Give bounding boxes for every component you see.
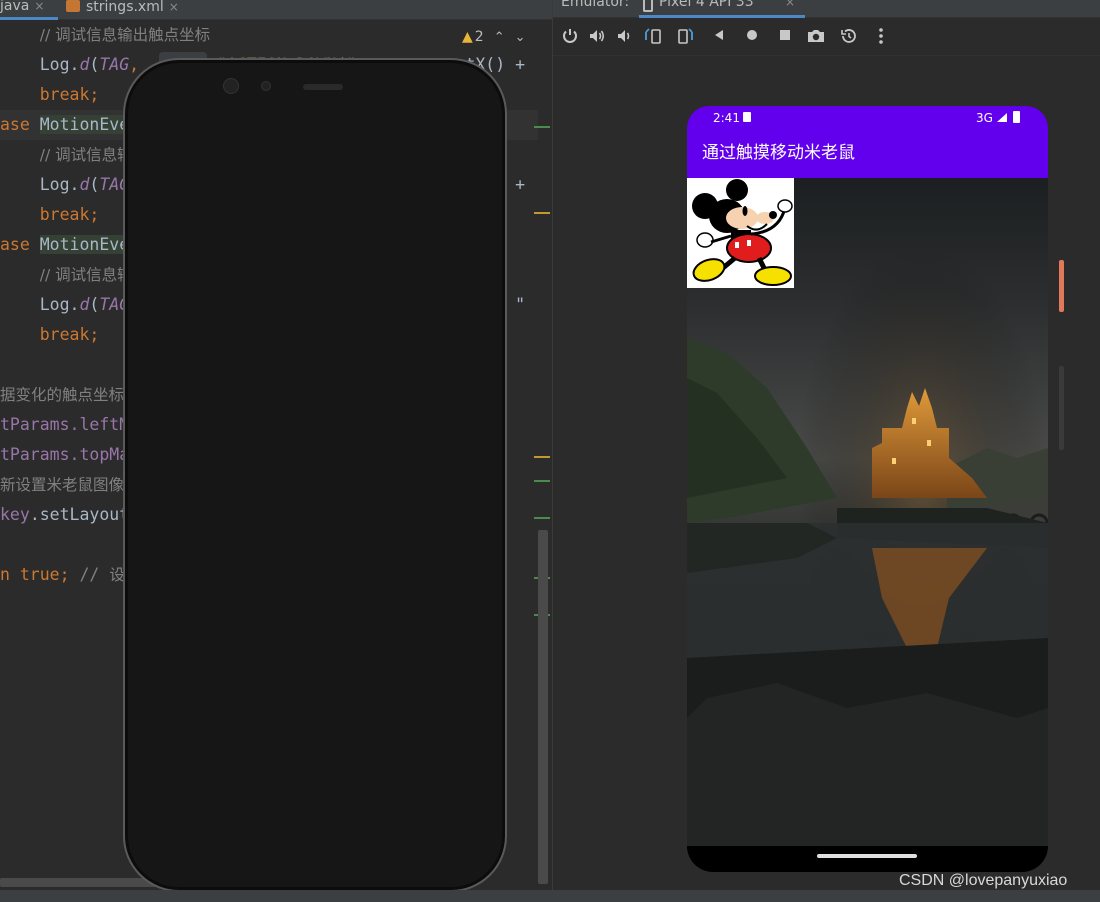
editor-tab-bar: java × strings.xml × [0, 0, 552, 20]
phone-screen[interactable]: 2:41 3G 通过触摸移动米老鼠 [687, 106, 1048, 846]
code-line[interactable]: break; [0, 80, 100, 110]
change-marker[interactable] [534, 517, 550, 519]
change-marker[interactable] [534, 480, 550, 482]
emulator-label: Emulator: [561, 0, 630, 10]
tab-java-file[interactable]: java × [0, 0, 58, 20]
power-icon[interactable] [560, 27, 580, 47]
mickey-mouse-image[interactable] [687, 178, 794, 288]
more-icon[interactable] [871, 27, 891, 47]
android-status-bar: 2:41 3G [687, 106, 1048, 128]
next-highlight-icon[interactable]: ⌄ [515, 30, 526, 45]
app-bar: 通过触摸移动米老鼠 [687, 128, 1048, 178]
status-network: 3G [976, 111, 993, 125]
code-token: Log. [0, 175, 80, 194]
sensor-icon [261, 81, 271, 91]
code-token: ; [59, 565, 80, 584]
change-marker[interactable] [534, 456, 550, 458]
earpiece [303, 84, 343, 90]
overview-icon[interactable] [775, 27, 795, 47]
power-side-button[interactable] [1059, 260, 1064, 312]
volume-side-button[interactable] [1059, 366, 1064, 450]
vertical-scrollbar[interactable] [538, 530, 548, 884]
change-marker[interactable] [534, 212, 550, 214]
code-token: break; [39, 325, 100, 344]
rotate-right-icon[interactable] [675, 27, 695, 47]
android-navigation-bar [687, 846, 1048, 872]
code-token: break; [39, 205, 100, 224]
code-token: true [19, 565, 60, 584]
back-icon[interactable] [709, 27, 729, 47]
device-tab-label: Pixel 4 API 33 [659, 0, 754, 10]
emulator-tab-bar: Emulator: Pixel 4 API 33 × [553, 0, 1100, 18]
close-icon[interactable]: × [169, 0, 179, 14]
close-icon[interactable]: × [34, 0, 44, 13]
code-token: tParams. [0, 415, 80, 434]
snapshot-icon[interactable] [839, 27, 859, 47]
front-camera-icon [223, 78, 239, 94]
code-token: ase [0, 235, 40, 254]
code-token: // [79, 565, 110, 584]
app-title: 通过触摸移动米老鼠 [702, 143, 855, 163]
previous-highlight-icon[interactable]: ⌃ [494, 30, 505, 45]
change-marker[interactable] [534, 126, 550, 128]
mickey-mouse-icon [692, 179, 793, 286]
code-line[interactable]: break; [0, 320, 100, 350]
emulator-toolbar [553, 18, 1100, 56]
tab-strings-xml[interactable]: strings.xml × [66, 0, 196, 20]
signal-icon [997, 113, 1007, 122]
camera-icon[interactable] [806, 27, 826, 47]
code-line[interactable]: // 调试信息输出触点坐标 [0, 20, 210, 50]
code-token: Log. [0, 55, 80, 74]
code-token: TAG [99, 55, 130, 74]
code-token: n [0, 565, 20, 584]
tab-label: strings.xml [86, 0, 164, 15]
warning-count: 2 [474, 29, 484, 45]
code-token: ase [0, 115, 40, 134]
warning-icon: ▲ [462, 29, 473, 45]
code-token: key [0, 505, 30, 524]
status-time: 2:41 [713, 111, 740, 125]
code-token: break; [39, 85, 100, 104]
code-token: Log. [0, 295, 80, 314]
phone-frame [123, 58, 507, 892]
xml-file-icon [66, 0, 80, 12]
battery-icon [1013, 111, 1020, 123]
rotate-left-icon[interactable] [644, 27, 664, 47]
code-token: ( [89, 55, 100, 74]
home-icon[interactable] [742, 27, 762, 47]
watermark: CSDN @lovepanyuxiao [899, 872, 1068, 889]
tab-pixel-4-api-33[interactable]: Pixel 4 API 33 × [639, 0, 805, 18]
device-icon [643, 0, 653, 12]
code-token: d [79, 295, 90, 314]
code-token: // 调试信息输出触点坐标 [39, 26, 211, 44]
code-line[interactable]: break; [0, 200, 100, 230]
code-token: ( [89, 295, 100, 314]
tab-label: java [0, 0, 30, 14]
code-token: d [79, 175, 90, 194]
code-token: tParams. [0, 445, 80, 464]
volume-down-icon[interactable] [614, 27, 634, 47]
code-token: ( [89, 175, 100, 194]
ide-status-bar [0, 890, 1100, 902]
volume-up-icon[interactable] [587, 27, 607, 47]
close-icon[interactable]: × [785, 0, 795, 9]
inspection-widget[interactable]: ▲ 2 ⌃ ⌄ [462, 26, 526, 48]
code-token: d [79, 55, 90, 74]
sd-card-icon [743, 112, 751, 122]
home-gesture-bar[interactable] [817, 854, 917, 858]
